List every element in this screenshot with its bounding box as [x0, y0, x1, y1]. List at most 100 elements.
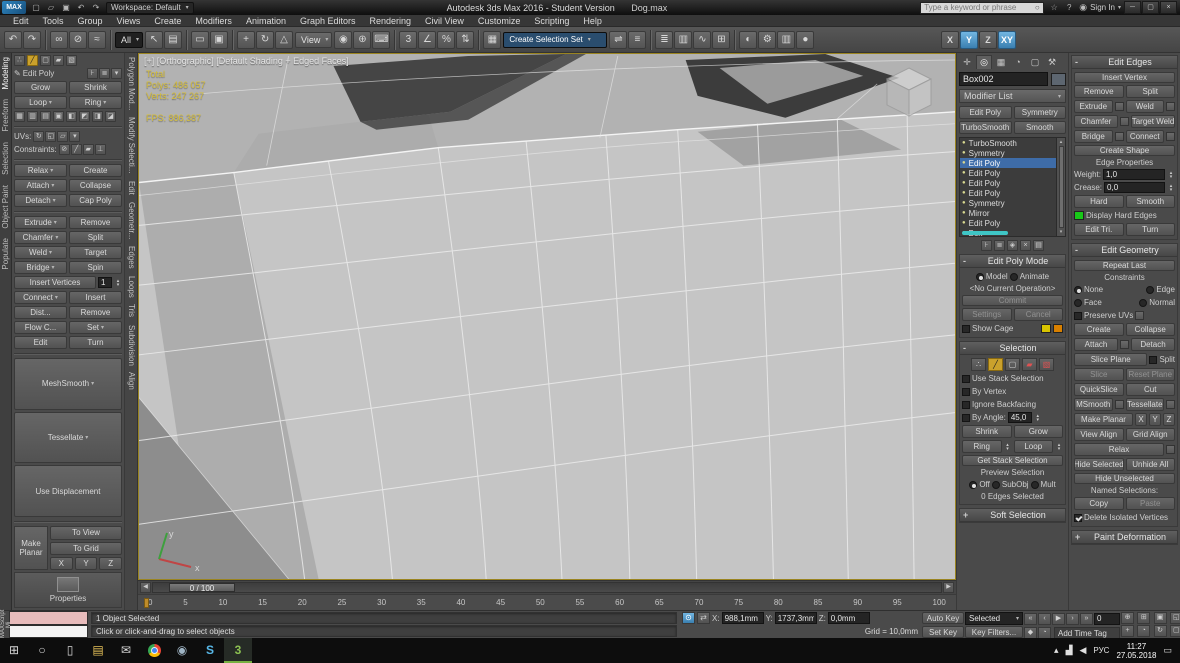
constraint-normal-icon[interactable]: ⊥: [94, 144, 106, 155]
menu-item[interactable]: Civil View: [418, 15, 471, 27]
remove-loop-button[interactable]: Remove: [69, 306, 122, 319]
grow-loop-icon[interactable]: ▦: [14, 111, 25, 122]
spinner[interactable]: ▴ ▾: [114, 278, 122, 287]
weld-button[interactable]: Weld ▾: [14, 246, 67, 259]
slice-button[interactable]: Slice: [1074, 368, 1124, 381]
ribbon-tab-populate[interactable]: Populate: [0, 238, 11, 270]
taskbar-search-icon[interactable]: ○: [28, 638, 56, 663]
scrollbar-thumb[interactable]: [1058, 146, 1064, 228]
panel-tab-tris[interactable]: Tris: [125, 304, 137, 317]
preserve-uvs-checkbox[interactable]: [1074, 311, 1082, 320]
rectangular-selection-region-icon[interactable]: ▭: [191, 30, 210, 49]
collapse-stack-mini-icon[interactable]: ▾: [111, 68, 122, 79]
select-object-icon[interactable]: ↖: [145, 30, 164, 49]
display-tab-icon[interactable]: ▢: [1027, 55, 1043, 69]
spinner[interactable]: ▴ ▾: [1034, 413, 1042, 422]
align-to-view-button[interactable]: To View: [50, 526, 122, 540]
next-frame-icon[interactable]: ›: [1066, 612, 1079, 625]
redo-icon[interactable]: ↷: [23, 30, 41, 49]
select-and-link-icon[interactable]: ∞: [50, 30, 68, 49]
chrome-icon[interactable]: [140, 638, 168, 663]
select-and-rotate-icon[interactable]: ↻: [256, 30, 275, 49]
curve-editor-icon[interactable]: ∿: [693, 30, 712, 49]
track-bar[interactable]: 0 5 10 15 20 25 30 35 40 45 50 55 60 65 70 75 80 85 90 95 10…: [138, 594, 956, 610]
menu-item[interactable]: Help: [576, 15, 609, 27]
select-and-move-icon[interactable]: +: [237, 30, 256, 49]
file-explorer-icon[interactable]: ▤: [84, 638, 112, 663]
create-shape-button[interactable]: Create Shape: [1074, 145, 1175, 156]
make-planar-x-button[interactable]: X: [50, 557, 73, 571]
constraint-edge-icon[interactable]: ╱: [70, 144, 82, 155]
menu-item[interactable]: Edit: [6, 15, 36, 27]
window-crossing-toggle-icon[interactable]: ▣: [210, 30, 229, 49]
menu-item[interactable]: Customize: [471, 15, 528, 27]
view-cube[interactable]: [881, 64, 937, 120]
get-stack-selection-button[interactable]: Get Stack Selection: [962, 455, 1063, 466]
utilities-tab-icon[interactable]: ⚒: [1044, 55, 1060, 69]
chamfer-button[interactable]: Chamfer ▾: [14, 231, 67, 244]
ribbon-tab-freeform[interactable]: Freeform: [0, 99, 11, 131]
spin-button[interactable]: Spin: [69, 261, 122, 274]
modifier-stack-item[interactable]: ● Edit Poly: [960, 158, 1056, 168]
hide-unselected-button[interactable]: Hide Unselected: [1074, 473, 1175, 484]
object-name-field[interactable]: [959, 72, 1048, 86]
infocenter-help-icon[interactable]: ?: [1062, 2, 1076, 14]
rendered-frame-window-icon[interactable]: ▥: [777, 30, 796, 49]
axis-z-toggle[interactable]: Z: [979, 30, 997, 49]
selection-filter-dropdown[interactable]: All ▾: [115, 31, 144, 48]
make-planar-button[interactable]: Make Planar: [14, 526, 48, 571]
grow-selection-button[interactable]: Grow: [1013, 425, 1063, 438]
make-planar-z-button[interactable]: Z: [99, 557, 123, 571]
smooth-edge-button[interactable]: Smooth: [1125, 195, 1175, 208]
panel-tab-geometry[interactable]: Geometr...: [125, 202, 137, 239]
redo-quick-icon[interactable]: ↷: [89, 2, 103, 14]
border-mode-icon[interactable]: ▢: [40, 55, 51, 66]
mail-icon[interactable]: ✉: [112, 638, 140, 663]
model-mode-radio[interactable]: [975, 272, 984, 281]
turn-edge-button[interactable]: Turn: [1125, 223, 1175, 236]
target-weld-button[interactable]: Target: [69, 246, 122, 259]
panel-tab-loops[interactable]: Loops: [125, 276, 137, 298]
modifier-visibility-icon[interactable]: ●: [962, 190, 966, 196]
constraint-face-icon[interactable]: ▰: [82, 144, 94, 155]
grid-align-button[interactable]: Grid Align: [1125, 428, 1175, 441]
modifier-stack[interactable]: ● TurboSmooth ● Symmetry ● Edit Poly ● E…: [960, 138, 1056, 236]
menu-item[interactable]: Animation: [239, 15, 293, 27]
edge-mode-icon[interactable]: ╱: [27, 55, 38, 66]
panel-tab-edit[interactable]: Edit: [125, 181, 137, 195]
make-unique-icon[interactable]: ◈: [1007, 240, 1018, 251]
action-center-icon[interactable]: ▭: [1163, 645, 1172, 656]
create-button[interactable]: Create: [69, 164, 122, 177]
loop-button[interactable]: Loop ▾: [14, 96, 67, 109]
set-flow-button[interactable]: Set ▾: [69, 321, 122, 334]
flow-connect-button[interactable]: Flow C...: [14, 321, 67, 334]
key-mode-toggle-icon[interactable]: ◆: [1024, 626, 1037, 639]
polygon-subobject-icon[interactable]: ▰: [1022, 358, 1037, 371]
insert-button[interactable]: Insert: [69, 291, 122, 304]
go-to-start-icon[interactable]: «: [1024, 612, 1037, 625]
mirror-icon[interactable]: ⇌: [609, 30, 628, 49]
ignore-backfacing-checkbox[interactable]: [962, 400, 970, 409]
maxscript-macro-recorder[interactable]: [9, 611, 88, 625]
modifier-set-button[interactable]: Edit Poly: [959, 106, 1012, 119]
planar-y-button[interactable]: Y: [1149, 413, 1161, 426]
time-slider-track[interactable]: 0 / 100: [152, 582, 942, 593]
maximize-button[interactable]: ▢: [1142, 1, 1160, 14]
peel-uv-icon[interactable]: ◱: [45, 131, 57, 142]
set-key-button[interactable]: Set Key: [922, 626, 964, 638]
key-filters-button[interactable]: Key Filters...: [965, 626, 1023, 638]
bridge-edge-button[interactable]: Bridge: [1074, 130, 1113, 143]
animate-mode-radio[interactable]: [1009, 272, 1018, 281]
edit-edges-rollout-header[interactable]: - Edit Edges: [1072, 56, 1177, 69]
vertex-mode-icon[interactable]: ∴: [14, 55, 25, 66]
distance-connect-button[interactable]: Dist...: [14, 306, 67, 319]
grow-button[interactable]: Grow: [14, 81, 67, 94]
auto-ring-icon[interactable]: ◪: [105, 111, 116, 122]
constraint-normal-radio[interactable]: [1139, 298, 1148, 307]
paste-selection-button[interactable]: Paste: [1125, 497, 1175, 510]
y-coordinate-field[interactable]: [774, 612, 817, 624]
search-input[interactable]: [921, 2, 1032, 13]
workspace-dropdown[interactable]: Workspace: Default ▾: [106, 1, 194, 14]
remove-modifier-icon[interactable]: ×: [1020, 240, 1031, 251]
quickslice-button[interactable]: QuickSlice: [1074, 383, 1124, 396]
